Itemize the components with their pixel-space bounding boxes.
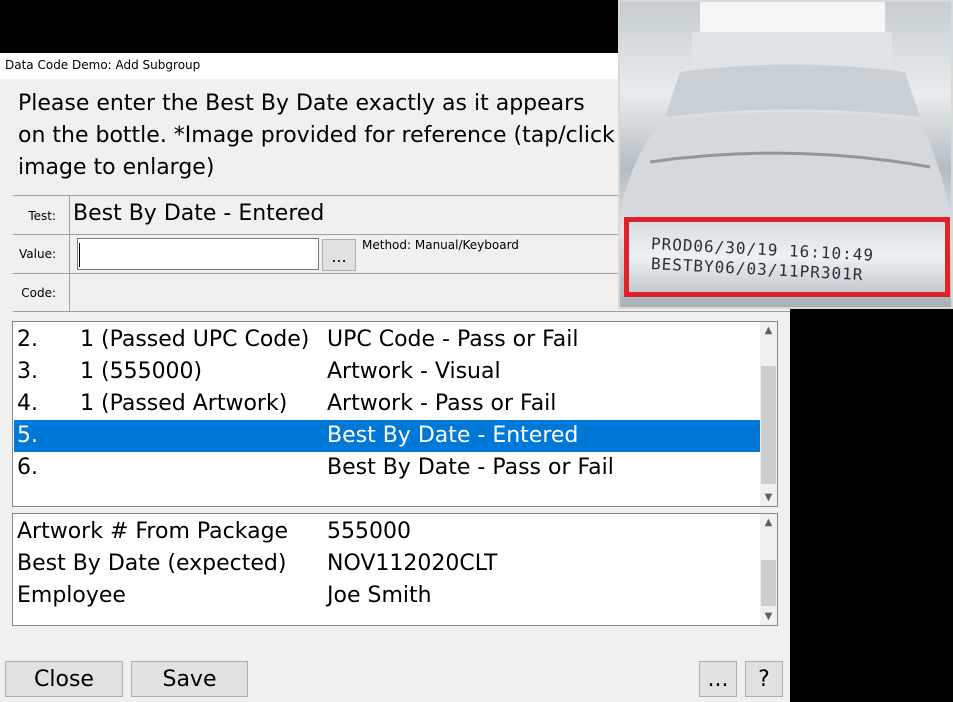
list-item[interactable]: 3. 1 (555000) Artwork - Visual [14,356,761,388]
scroll-down-icon[interactable]: ▼ [760,489,777,506]
list-item[interactable]: 6. Best By Date - Pass or Fail [14,452,761,484]
close-button[interactable]: Close [5,661,123,697]
help-button[interactable]: ? [745,661,783,697]
test-label: Test: [28,209,56,223]
list-item[interactable]: Employee Joe Smith [14,580,761,612]
results-listbox[interactable]: 2. 1 (Passed UPC Code) UPC Code - Pass o… [12,321,778,507]
value-lookup-button[interactable]: ... [322,239,356,271]
list-item[interactable]: Best By Date (expected) NOV112020CLT [14,548,761,580]
scroll-down-icon[interactable]: ▼ [760,608,777,625]
instructions-text: Please enter the Best By Date exactly as… [18,91,615,180]
text-caret [79,243,80,267]
list-item[interactable]: 4. 1 (Passed Artwork) Artwork - Pass or … [14,388,761,420]
save-button[interactable]: Save [131,661,248,697]
test-value: Best By Date - Entered [73,201,325,226]
details-listbox[interactable]: Artwork # From Package 555000 Best By Da… [12,513,778,626]
results-scrollbar[interactable]: ▲ ▼ [760,322,777,506]
scroll-thumb[interactable] [761,560,776,606]
value-input[interactable] [77,238,319,270]
value-label: Value: [19,247,56,261]
details-scrollbar[interactable]: ▲ ▼ [760,514,777,625]
more-options-button[interactable]: ... [699,661,737,697]
list-item-selected[interactable]: 5. Best By Date - Entered [14,420,761,452]
list-item[interactable]: Artwork # From Package 555000 [14,516,761,548]
list-item[interactable]: 2. 1 (Passed UPC Code) UPC Code - Pass o… [14,324,761,356]
scroll-up-icon[interactable]: ▲ [760,322,777,339]
bottle-reference-image[interactable]: PROD06/30/19 16:10:49 BESTBY06/03/11PR30… [618,0,953,309]
code-highlight-box: PROD06/30/19 16:10:49 BESTBY06/03/11PR30… [624,217,950,297]
scroll-up-icon[interactable]: ▲ [760,514,777,531]
code-label: Code: [21,286,56,300]
method-label: Method: Manual/Keyboard [362,238,519,252]
scroll-thumb[interactable] [761,366,776,484]
